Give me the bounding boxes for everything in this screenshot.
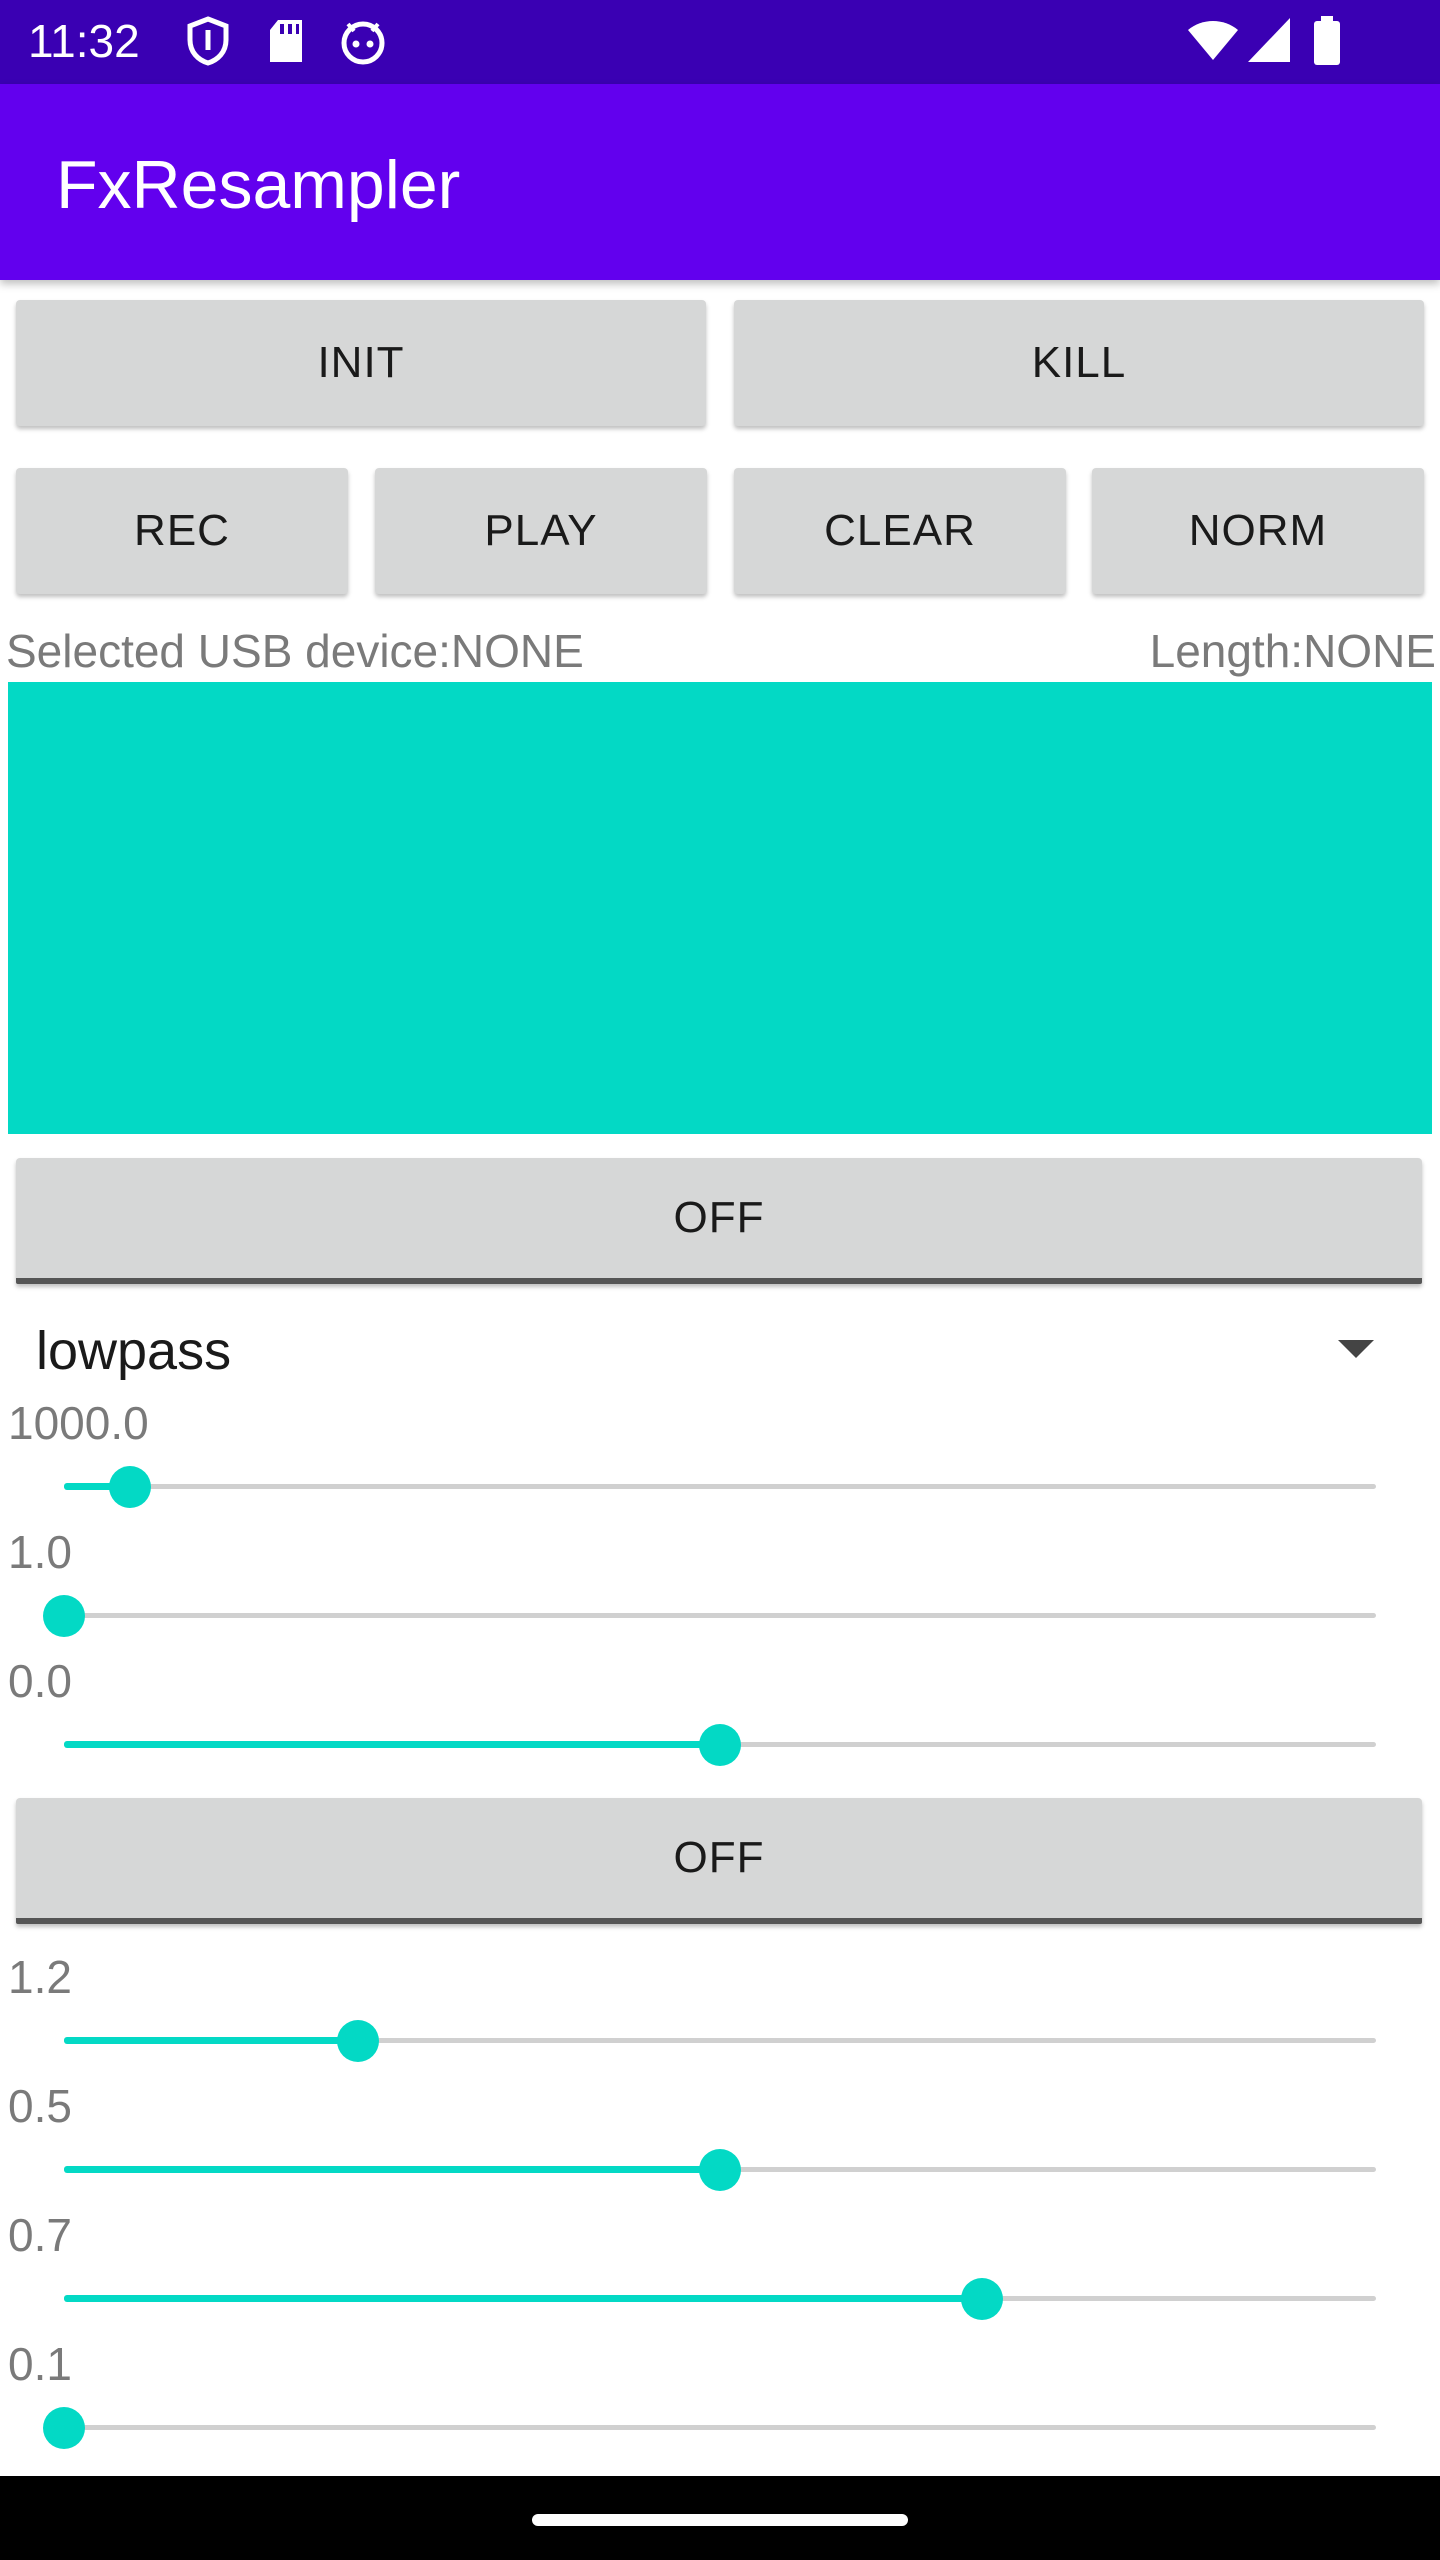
effect-slider-2[interactable]	[64, 2149, 1376, 2191]
slider-value-label: 0.1	[8, 2338, 72, 2390]
status-time: 11:32	[28, 15, 140, 67]
effect-slider-4[interactable]	[43, 2407, 1376, 2449]
app-title: FxResampler	[56, 147, 461, 223]
battery-icon	[1312, 16, 1342, 71]
slider-thumb[interactable]	[108, 1466, 151, 1508]
init-button[interactable]: INIT	[16, 300, 706, 426]
filter-type-dropdown[interactable]: lowpass	[8, 1300, 1408, 1396]
filter-type-value: lowpass	[36, 1321, 232, 1381]
slider-value-label: 0.7	[8, 2209, 72, 2261]
effect-toggle-button[interactable]: OFF	[16, 1798, 1422, 1924]
status-bar: 11:32	[0, 0, 1440, 84]
slider-value-label: 0.0	[8, 1655, 72, 1707]
home-gesture-handle[interactable]	[532, 2514, 908, 2526]
cell-signal-icon	[1246, 16, 1292, 69]
waveform-view[interactable]	[8, 682, 1432, 1134]
android-debug-icon	[338, 16, 388, 71]
slider-thumb[interactable]	[961, 2278, 1004, 2320]
clear-button[interactable]: CLEAR	[734, 468, 1066, 594]
length-label: Length:NONE	[1149, 625, 1436, 677]
kill-button[interactable]: KILL	[734, 300, 1424, 426]
filter-frequency-slider[interactable]	[64, 1466, 1376, 1508]
slider-thumb[interactable]	[699, 1724, 741, 1766]
slider-value-label: 1.0	[8, 1526, 72, 1578]
sd-card-icon	[266, 16, 306, 71]
play-button[interactable]: PLAY	[375, 468, 707, 594]
slider-value-label: 1.2	[8, 1951, 72, 2003]
filter-toggle-button[interactable]: OFF	[16, 1158, 1422, 1284]
slider-thumb[interactable]	[336, 2020, 379, 2062]
chevron-down-icon	[1338, 1340, 1374, 1358]
effect-slider-3[interactable]	[64, 2278, 1376, 2320]
slider-thumb[interactable]	[43, 1595, 85, 1637]
rec-button[interactable]: REC	[16, 468, 348, 594]
wifi-icon	[1186, 16, 1240, 67]
navigation-bar	[0, 2476, 1440, 2560]
selected-device-label: Selected USB device:NONE	[6, 625, 584, 677]
slider-thumb[interactable]	[43, 2407, 85, 2449]
slider-thumb[interactable]	[699, 2149, 741, 2191]
shield-icon	[186, 16, 230, 71]
filter-q-slider[interactable]	[43, 1595, 1376, 1637]
effect-slider-1[interactable]	[64, 2020, 1376, 2062]
slider-value-label: 0.5	[8, 2080, 72, 2132]
norm-button[interactable]: NORM	[1092, 468, 1424, 594]
slider-value-label: 1000.0	[8, 1397, 149, 1449]
filter-gain-slider[interactable]	[64, 1724, 1376, 1766]
app-bar: FxResampler	[0, 84, 1440, 280]
